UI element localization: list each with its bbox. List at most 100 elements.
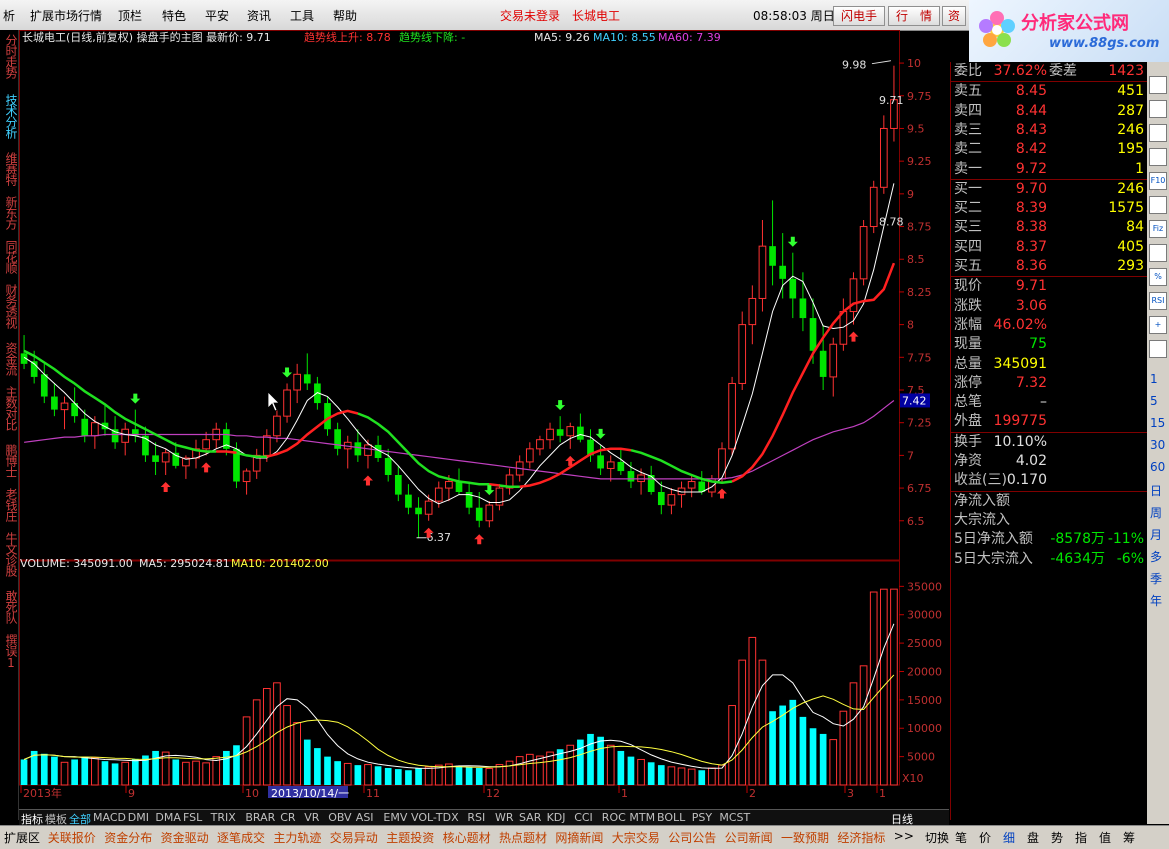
bottom-tab[interactable]: 热点题材 [499,829,547,846]
period-button[interactable]: 60 [1150,460,1165,474]
left-tab-11[interactable]: 敢死队 [1,590,18,623]
menu-item-help[interactable]: 帮助 [333,7,357,24]
indicator-tab[interactable]: OBV [328,811,351,824]
indicator-tab[interactable]: MACD [93,811,126,824]
period-button[interactable]: 日 [1150,482,1162,499]
indicator-tab[interactable]: PSY [692,811,712,824]
quote-button[interactable]: 行 情 [888,6,940,26]
bottom-right-tab[interactable]: 笔 [955,829,967,846]
indicator-tab[interactable]: VR [304,811,319,824]
indicator-tab[interactable]: TRIX [211,811,236,824]
bottom-right-tab[interactable]: 盘 [1027,829,1039,846]
kline-chart[interactable]: 6.56.7577.257.57.7588.258.58.7599.259.59… [19,30,949,822]
period-button[interactable]: 月 [1150,526,1162,543]
indicator-tab[interactable]: BOLL [657,811,685,824]
left-tab-1[interactable]: 技术分析 [1,94,18,138]
bottom-tab[interactable]: 切换 [925,829,949,846]
period-button[interactable]: 30 [1150,438,1165,452]
box-icon[interactable] [1149,340,1167,358]
fiz-icon[interactable]: Fiz [1149,220,1167,238]
indicator-tab[interactable]: ROC [602,811,626,824]
bottom-tab[interactable]: 公司公告 [668,829,716,846]
left-tab-8[interactable]: 鹏博士 [1,444,18,477]
bottom-tab[interactable]: 关联报价 [48,829,96,846]
ask-row[interactable]: 卖三 8.43 246 [951,121,1147,140]
indicator-tab[interactable]: DMI [128,811,149,824]
menu-item-top-bar[interactable]: 顶栏 [118,7,142,24]
menu-item-pingan[interactable]: 平安 [205,7,229,24]
f10-icon[interactable]: F10 [1149,172,1167,190]
indicator-tab[interactable]: VOL-TDX [411,811,459,824]
bottom-tab[interactable]: 扩展区 [4,829,40,846]
bottom-tab[interactable]: 经济指标 [837,829,885,846]
left-tab-3[interactable]: 新东方 [1,196,18,229]
period-button[interactable]: 多 [1150,548,1162,565]
bottom-right-tab[interactable]: 价 [979,829,991,846]
bid-row[interactable]: 买四 8.37 405 [951,238,1147,257]
cross-icon[interactable]: + [1149,316,1167,334]
indicator-tab[interactable]: CR [280,811,295,824]
bottom-tab[interactable]: 一致预期 [781,829,829,846]
bottom-tab[interactable]: 大宗交易 [612,829,660,846]
indicator-tab[interactable]: CCI [574,811,593,824]
bottom-right-tab[interactable]: 细 [1003,829,1015,846]
menu-item-news[interactable]: 资讯 [247,7,271,24]
period-button[interactable]: 15 [1150,416,1165,430]
login-status[interactable]: 交易未登录 [500,7,560,24]
bottom-right-tab[interactable]: 值 [1099,829,1111,846]
bottom-right-tab[interactable]: 势 [1051,829,1063,846]
bottom-tab[interactable]: 主题投资 [386,829,434,846]
left-tab-4[interactable]: 同花顺 [1,240,18,273]
period-button[interactable]: 周 [1150,504,1162,521]
menu-item-ext-market[interactable]: 扩展市场行情 [30,7,102,24]
bid-row[interactable]: 买二 8.39 1575 [951,199,1147,218]
indicator-tab[interactable]: MCST [719,811,750,824]
period-button[interactable]: 年 [1150,592,1162,609]
indicator-tab[interactable]: SAR [519,811,541,824]
indicator-tab[interactable]: ASI [356,811,374,824]
flash-trade-button[interactable]: 闪电手 [833,6,885,26]
indicator-tab[interactable]: WR [495,811,514,824]
menu-item-tools[interactable]: 工具 [290,7,314,24]
bottom-tab[interactable]: 公司新闻 [725,829,773,846]
left-tab-9[interactable]: 老钱庄 [1,488,18,521]
bottom-tab[interactable]: 资金分布 [104,829,152,846]
indicator-tab[interactable]: MTM [629,811,655,824]
info-button[interactable]: 资 [942,6,966,26]
left-tab-5[interactable]: 财务透视 [1,284,18,328]
indicator-tab[interactable]: RSI [467,811,485,824]
ask-row[interactable]: 卖四 8.44 287 [951,102,1147,121]
indicator-tab[interactable]: KDJ [547,811,566,824]
bottom-tab[interactable]: 资金驱动 [161,829,209,846]
period-button[interactable]: 5 [1150,394,1158,408]
bid-row[interactable]: 买三 8.38 84 [951,218,1147,237]
bottom-tab[interactable]: 主力轨迹 [273,829,321,846]
left-tab-7[interactable]: 主数对比 [1,386,18,430]
left-tab-6[interactable]: 资金流 [1,342,18,375]
bottom-tab[interactable]: 交易异动 [330,829,378,846]
left-tab-12[interactable]: 撰误1 [1,634,18,669]
bottom-right-tab[interactable]: 指 [1075,829,1087,846]
bottom-tab[interactable]: 逐笔成交 [217,829,265,846]
indicator-tab[interactable]: FSL [183,811,202,824]
indicator-tab[interactable]: DMA [155,811,181,824]
left-tab-0[interactable]: 分时走势 [1,34,18,78]
period-button[interactable]: 季 [1150,570,1162,587]
bid-row[interactable]: 买五 8.36 293 [951,257,1147,276]
left-tab-10[interactable]: 牛文诊股 [1,532,18,576]
period-button[interactable]: 1 [1150,372,1158,386]
bottom-right-tab[interactable]: 筹 [1123,829,1135,846]
bid-row[interactable]: 买一 9.70 246 [951,180,1147,199]
percent-icon[interactable]: % [1149,268,1167,286]
ask-row[interactable]: 卖一 9.72 1 [951,160,1147,179]
indicator-tab[interactable]: BRAR [245,811,275,824]
menu-item-features[interactable]: 特色 [162,7,186,24]
kline-icon[interactable] [1149,148,1167,166]
fin-icon[interactable] [1149,196,1167,214]
bottom-tab[interactable]: 核心题材 [443,829,491,846]
ask-row[interactable]: 卖二 8.42 195 [951,140,1147,159]
bottom-tab[interactable]: 网摘新闻 [555,829,603,846]
ask-row[interactable]: 卖五 8.45 451 [951,82,1147,101]
line-icon[interactable] [1149,100,1167,118]
calc-icon[interactable] [1149,76,1167,94]
